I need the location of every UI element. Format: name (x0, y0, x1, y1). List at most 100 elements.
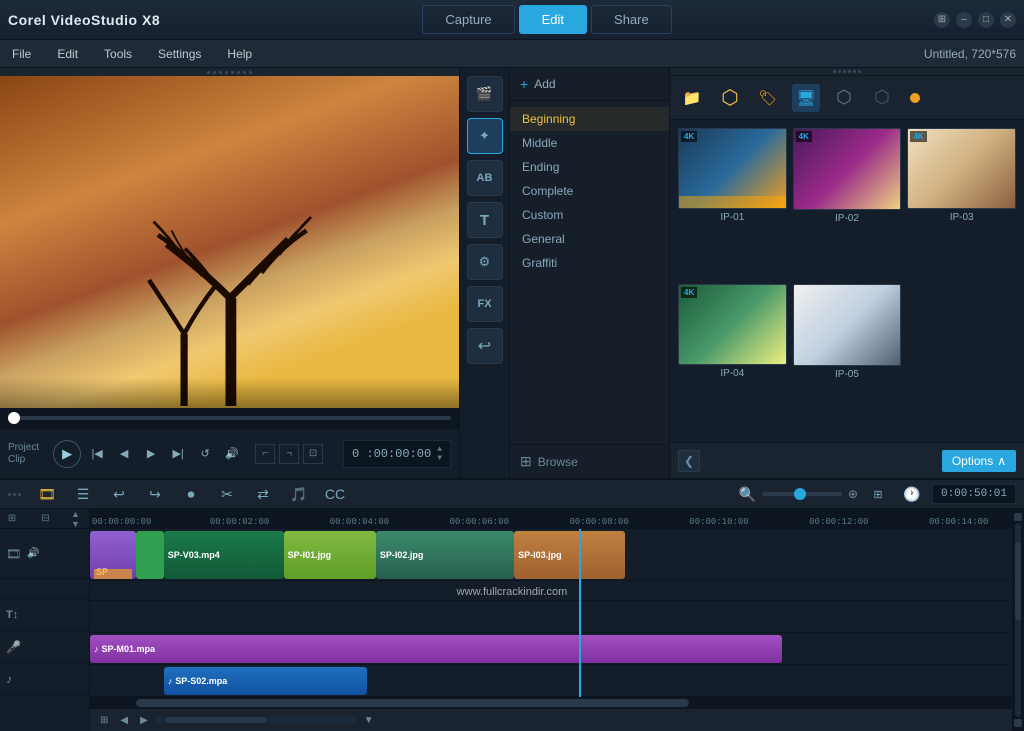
v-scroll-thumb[interactable] (1015, 542, 1021, 620)
share-btn[interactable]: Share (591, 5, 672, 34)
mark-in-button[interactable]: ⌐ (255, 444, 275, 464)
skip-end-button[interactable]: ▶| (167, 443, 189, 465)
redo-btn[interactable]: ↪ (141, 480, 169, 508)
motion-sidebar-btn[interactable]: ↩ (467, 328, 503, 364)
thumb-img-ip02[interactable]: 4K (793, 128, 902, 210)
seek-thumb[interactable] (8, 412, 20, 424)
tl-next-btn[interactable]: ▶ (136, 713, 152, 728)
add-label[interactable]: Add (534, 77, 555, 91)
zoom-in-icon[interactable]: ⊕ (848, 487, 858, 501)
thumb-img-ip05[interactable] (793, 284, 902, 366)
thumb-ip03[interactable]: 4K IP-03 (907, 128, 1016, 278)
step-forward-button[interactable]: ▶ (140, 443, 162, 465)
menu-edit[interactable]: Edit (53, 45, 82, 63)
cat-ending[interactable]: Ending (510, 155, 669, 179)
remove-track-btn[interactable]: ⊟ (38, 511, 54, 527)
v-scrollbar[interactable] (1012, 509, 1024, 731)
storyboard-view-btn[interactable]: ☰ (69, 480, 97, 508)
tag-icon[interactable]: 🏷 (754, 84, 782, 112)
volume-button[interactable]: 🔊 (221, 443, 243, 465)
folder-icon[interactable]: 📁 (678, 84, 706, 112)
snapshot-button[interactable]: ⊡ (303, 444, 323, 464)
close-btn[interactable]: ✕ (1000, 12, 1016, 28)
instant-project-btn[interactable]: ✦ (467, 118, 503, 154)
hexagon3-icon[interactable]: ⬡ (868, 84, 896, 112)
nav-left-arrow[interactable]: ❮ (678, 450, 700, 472)
fx-sidebar-btn[interactable]: FX (467, 286, 503, 322)
tc-up-arrow[interactable]: ▲ (437, 445, 442, 454)
loop-button[interactable]: ↺ (194, 443, 216, 465)
scroll-down-arrow[interactable]: ▼ (71, 519, 85, 529)
thumb-img-ip03[interactable]: 4K (907, 128, 1016, 209)
cat-custom[interactable]: Custom (510, 203, 669, 227)
thumb-img-ip01[interactable]: 4K (678, 128, 787, 209)
thumb-ip01[interactable]: 4K IP-01 (678, 128, 787, 278)
v-scroll-up[interactable] (1014, 513, 1022, 521)
transition-btn[interactable]: ⇄ (249, 480, 277, 508)
tl-prev-btn[interactable]: ◀ (116, 713, 132, 728)
scroll-thumb[interactable] (136, 699, 689, 707)
scroll-up-arrow[interactable]: ▲ (71, 509, 85, 519)
timeline-scrollbar[interactable] (90, 697, 1012, 709)
playhead[interactable] (579, 529, 581, 697)
track-audio-icon[interactable]: 🔊 (25, 546, 41, 562)
fit-timeline-btn[interactable]: ⊞ (864, 480, 892, 508)
text-sidebar-btn[interactable]: T (467, 202, 503, 238)
maximize-btn[interactable]: □ (978, 12, 994, 28)
cat-general[interactable]: General (510, 227, 669, 251)
cat-middle[interactable]: Middle (510, 131, 669, 155)
captions-btn[interactable]: CC (321, 480, 349, 508)
h-scroll-thumb[interactable] (166, 717, 266, 723)
clip-spi03[interactable]: SP-I03.jpg (514, 531, 625, 579)
add-track-btn[interactable]: ⊞ (4, 511, 20, 527)
clip-sp-thumb[interactable]: SP (90, 531, 136, 579)
cat-graffiti[interactable]: Graffiti (510, 251, 669, 275)
timecode-arrows[interactable]: ▲ ▼ (437, 445, 442, 463)
grid-icon[interactable]: ⊞ (934, 12, 950, 28)
h-scrollbar[interactable] (156, 717, 356, 723)
step-back-button[interactable]: ◀ (113, 443, 135, 465)
filter-sidebar-btn[interactable]: ⚙ (467, 244, 503, 280)
seek-track[interactable] (8, 416, 451, 420)
capture-btn[interactable]: Capture (422, 5, 514, 34)
tl-add-track-btn[interactable]: ⊞ (96, 713, 112, 728)
undo-btn[interactable]: ↩ (105, 480, 133, 508)
menu-settings[interactable]: Settings (154, 45, 205, 63)
thumb-img-ip04[interactable]: 4K (678, 284, 787, 365)
options-button[interactable]: Options ∧ (942, 450, 1016, 472)
hex-icon[interactable]: ⬡ (716, 84, 744, 112)
timeline-view-btn[interactable]: 🎞 (33, 480, 61, 508)
audio-btn[interactable]: 🎵 (285, 480, 313, 508)
clip-spi02[interactable]: SP-I02.jpg (376, 531, 514, 579)
seek-bar[interactable] (0, 408, 459, 428)
clip-spm01[interactable]: ♪SP-M01.mpa (90, 635, 782, 663)
clip-spi01[interactable]: SP-I01.jpg (284, 531, 376, 579)
media-sidebar-btn[interactable]: 🎬 (467, 76, 503, 112)
zoom-slider[interactable] (762, 492, 842, 496)
tl-down-btn[interactable]: ▼ (360, 713, 378, 728)
thumb-ip04[interactable]: 4K IP-04 (678, 284, 787, 434)
menu-file[interactable]: File (8, 45, 35, 63)
browse-row[interactable]: ⊞ Browse (510, 444, 669, 478)
thumb-ip05[interactable]: IP-05 (793, 284, 902, 434)
menu-tools[interactable]: Tools (100, 45, 136, 63)
monitor-icon[interactable]: 🖥 (792, 84, 820, 112)
title-sidebar-btn[interactable]: AB (467, 160, 503, 196)
thumb-ip02[interactable]: 4K IP-02 (793, 128, 902, 278)
cat-beginning[interactable]: Beginning (510, 107, 669, 131)
skip-start-button[interactable]: |◀ (86, 443, 108, 465)
clip-sps02[interactable]: ♪SP-S02.mpa (164, 667, 367, 695)
edit-btn[interactable]: Edit (519, 5, 587, 34)
clip-green[interactable] (136, 531, 164, 579)
cat-complete[interactable]: Complete (510, 179, 669, 203)
menu-help[interactable]: Help (223, 45, 256, 63)
zoom-out-icon[interactable]: 🔍 (738, 486, 755, 503)
play-button[interactable]: ▶ (53, 440, 81, 468)
v-scroll-down[interactable] (1014, 719, 1022, 727)
minimize-btn[interactable]: – (956, 12, 972, 28)
mark-out-button[interactable]: ¬ (279, 444, 299, 464)
record-btn[interactable]: ⏺ (177, 480, 205, 508)
clip-spv03[interactable]: SP-V03.mp4 (164, 531, 284, 579)
clock-btn[interactable]: 🕐 (898, 480, 926, 508)
split-btn[interactable]: ✂ (213, 480, 241, 508)
